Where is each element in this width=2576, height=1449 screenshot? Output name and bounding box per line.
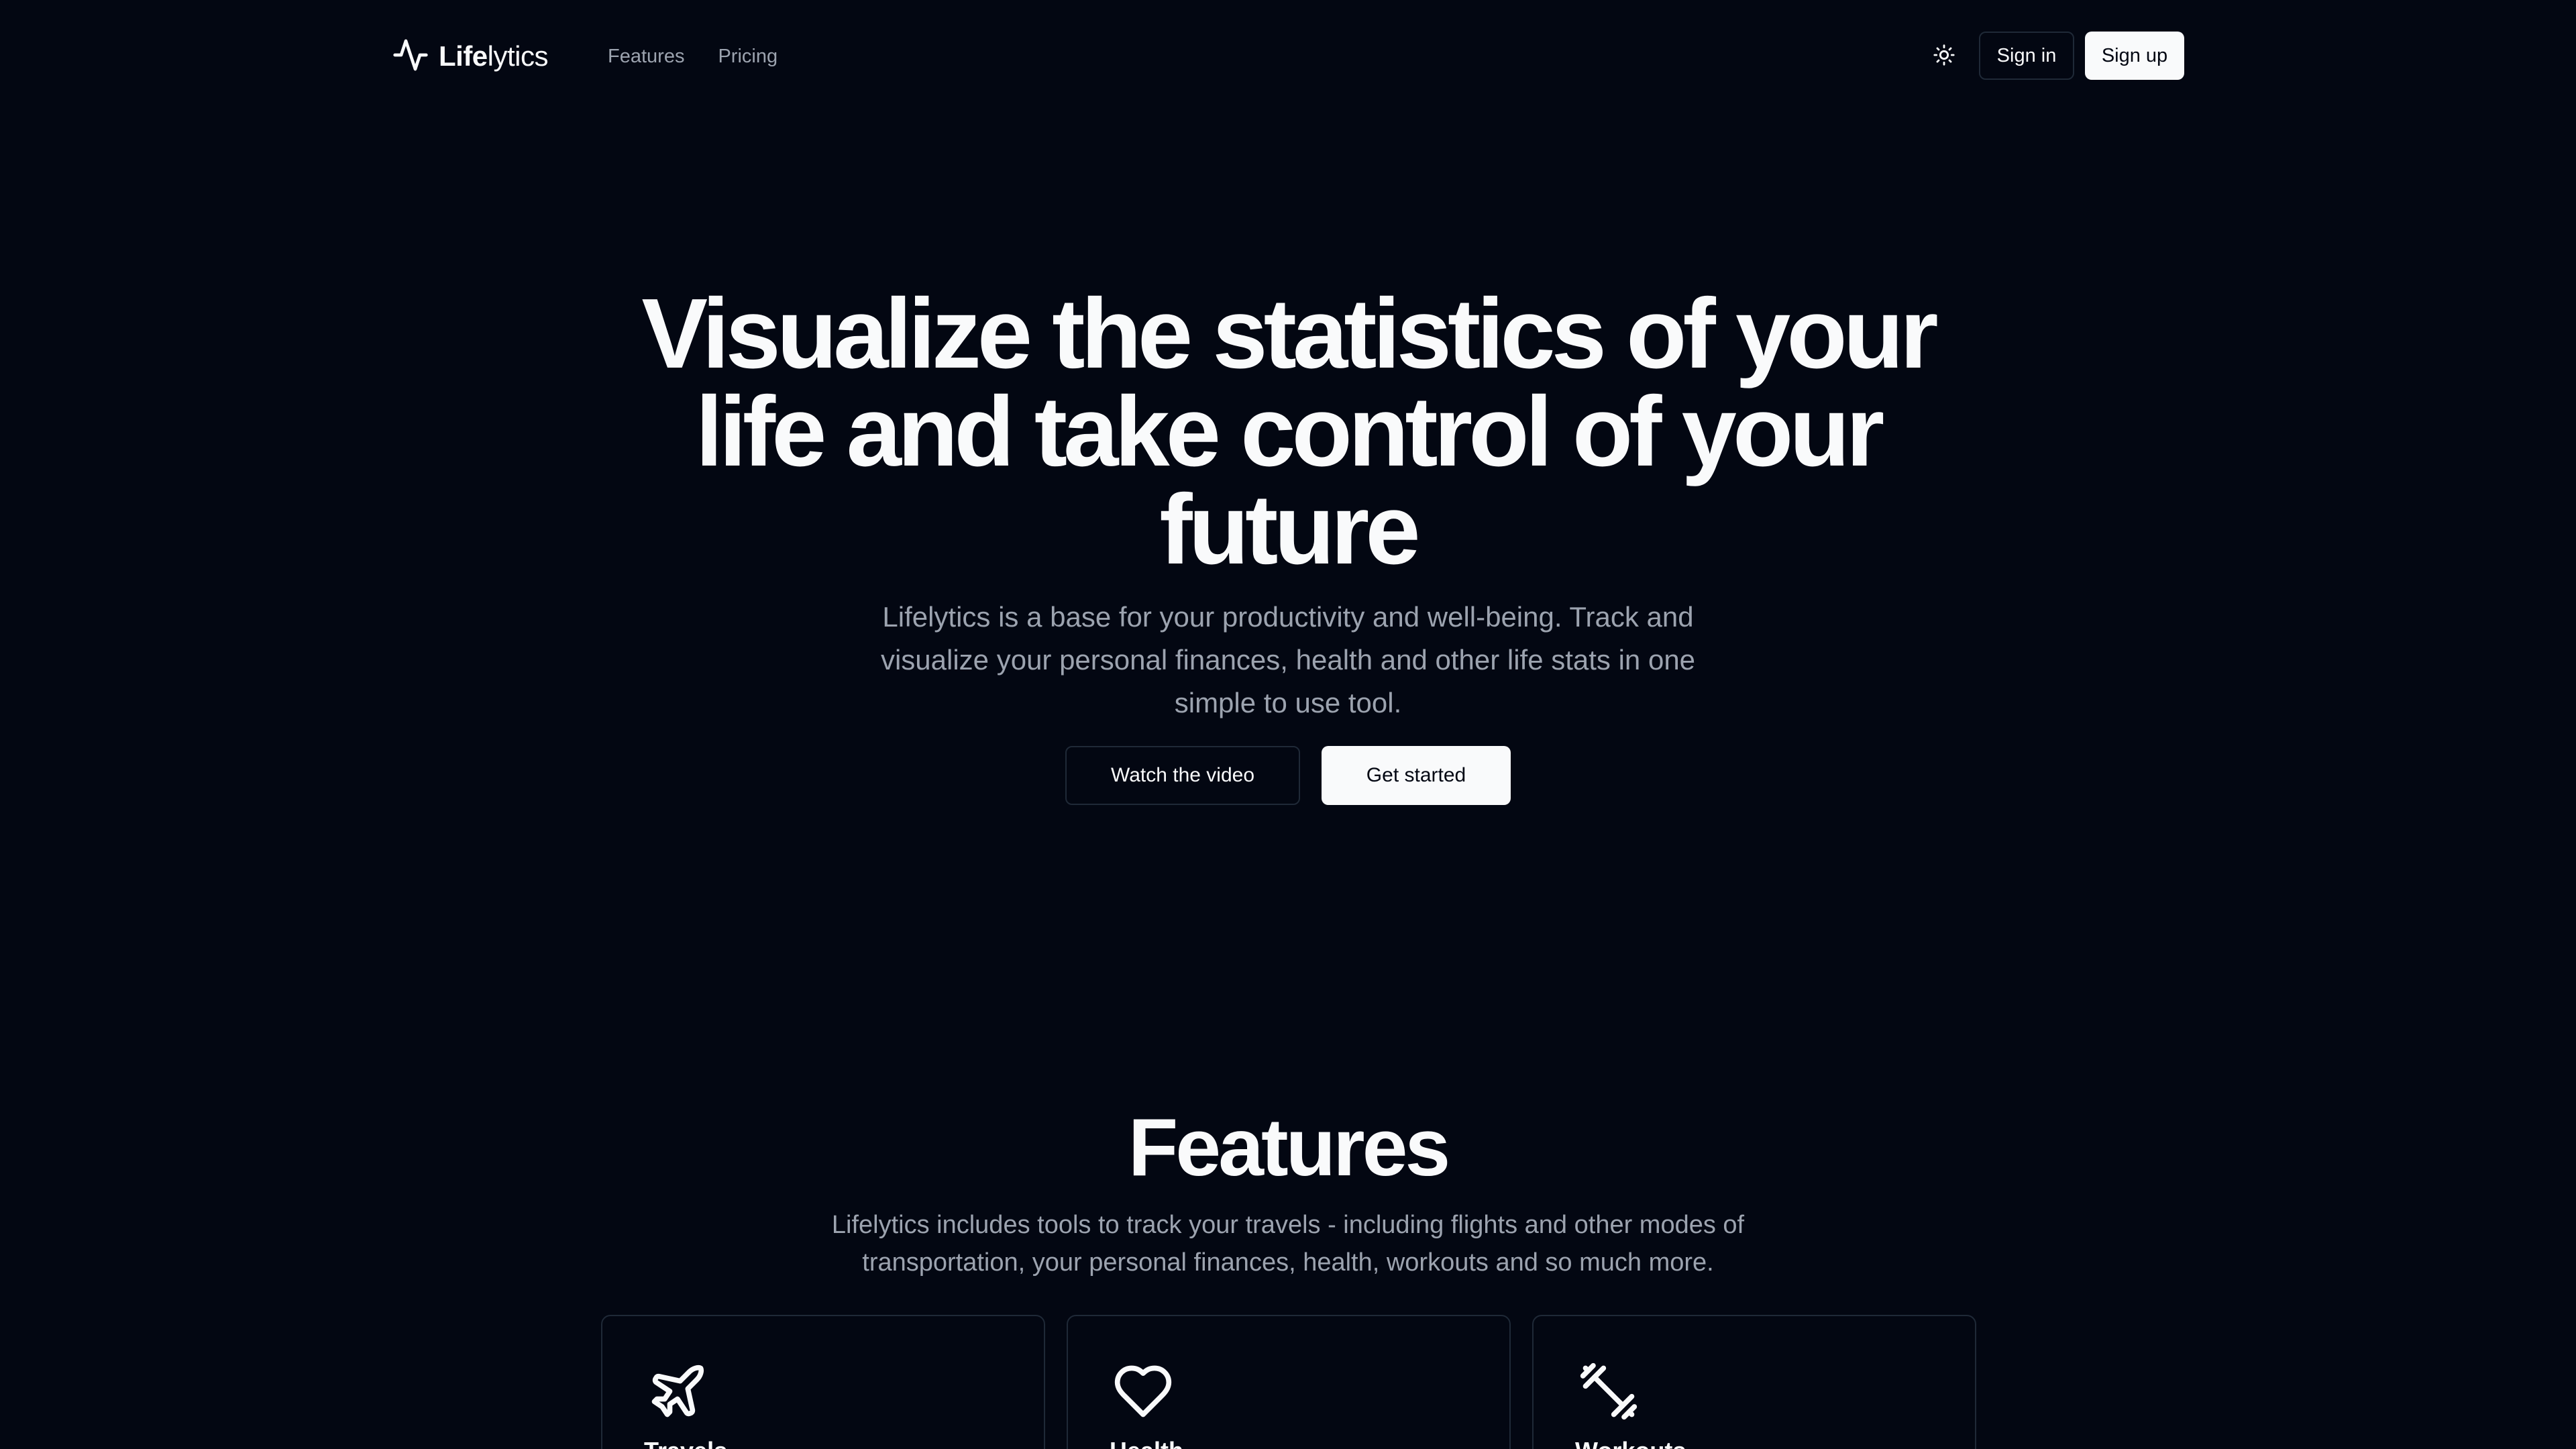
nav-link-pricing[interactable]: Pricing <box>718 43 777 70</box>
activity-icon <box>392 36 429 77</box>
feature-card-title: Health <box>1110 1437 1183 1449</box>
heart-icon <box>1112 1360 1174 1422</box>
feature-card-health: Health <box>1067 1315 1511 1449</box>
nav-link-features[interactable]: Features <box>608 43 684 70</box>
plane-icon <box>647 1360 708 1422</box>
sign-up-button[interactable]: Sign up <box>2085 32 2184 80</box>
hero-subtitle: Lifelytics is a base for your productivi… <box>880 601 1696 718</box>
features-subtitle: Lifelytics includes tools to track your … <box>831 1211 1745 1277</box>
main-nav: Features Pricing <box>608 43 777 70</box>
features-title: Features <box>1128 1102 1451 1193</box>
landing-page: Lifelytics Features Pricing Sign in Sign… <box>0 0 2576 1449</box>
sign-in-button[interactable]: Sign in <box>1979 32 2074 80</box>
feature-card-title: Travels <box>644 1437 727 1449</box>
watch-video-button[interactable]: Watch the video <box>1065 746 1300 805</box>
brand-logo-link[interactable]: Lifelytics <box>392 36 549 77</box>
brand-name-bold: Life <box>439 40 488 72</box>
hero-actions: Watch the video Get started <box>1065 746 1511 805</box>
get-started-button[interactable]: Get started <box>1322 746 1511 805</box>
feature-cards: Travels Health W <box>601 1315 1976 1449</box>
site-header: Lifelytics Features Pricing Sign in Sign… <box>0 0 2576 113</box>
dumbbell-icon <box>1578 1360 1640 1422</box>
brand-name: Lifelytics <box>439 40 549 72</box>
feature-card-workouts: Workouts <box>1532 1315 1976 1449</box>
brand-name-rest: lytics <box>487 40 549 72</box>
hero-title: Visualize the statistics of your life an… <box>641 278 1938 585</box>
feature-card-title: Workouts <box>1575 1437 1686 1449</box>
sun-icon <box>1933 44 1955 70</box>
theme-toggle-button[interactable] <box>1925 42 1963 71</box>
feature-card-travels: Travels <box>601 1315 1045 1449</box>
